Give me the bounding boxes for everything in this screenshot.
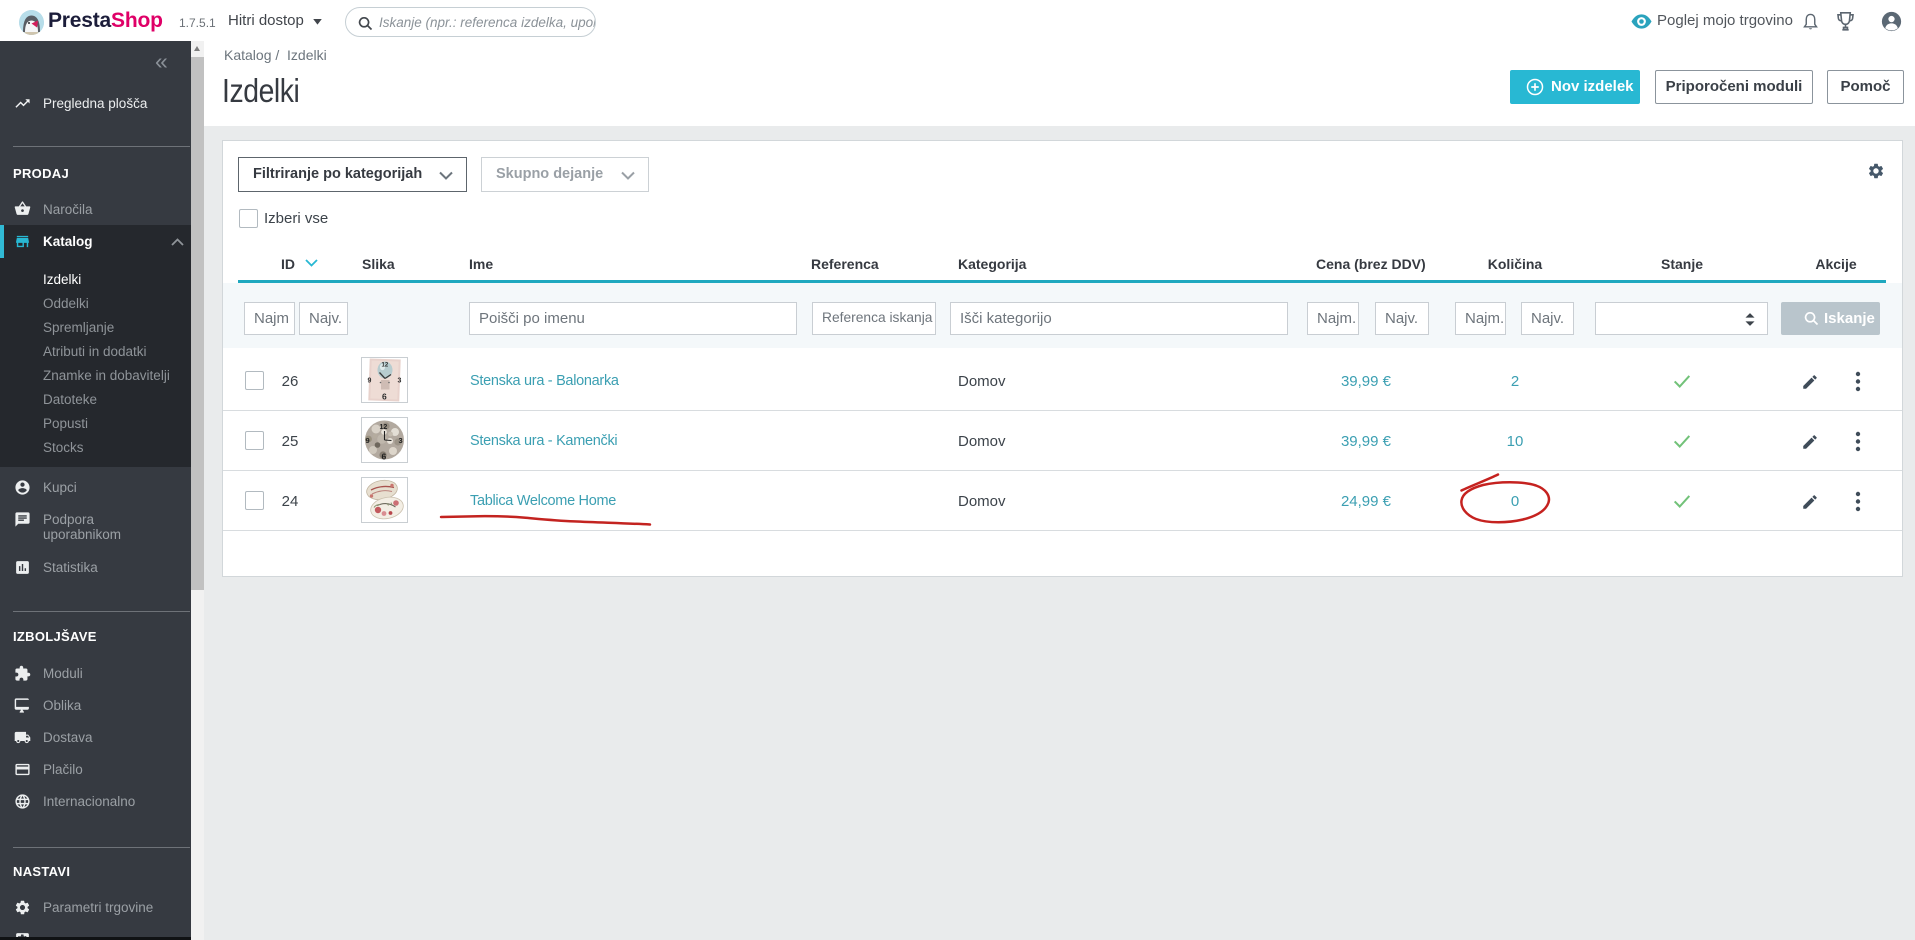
svg-text:9: 9	[368, 378, 372, 385]
svg-text:12: 12	[382, 363, 389, 369]
svg-text:3: 3	[398, 378, 402, 385]
svg-text:9: 9	[366, 436, 370, 445]
svg-text:6: 6	[382, 452, 387, 462]
svg-text:6: 6	[382, 392, 387, 402]
svg-text:3: 3	[399, 436, 403, 445]
svg-text:12: 12	[380, 424, 388, 431]
